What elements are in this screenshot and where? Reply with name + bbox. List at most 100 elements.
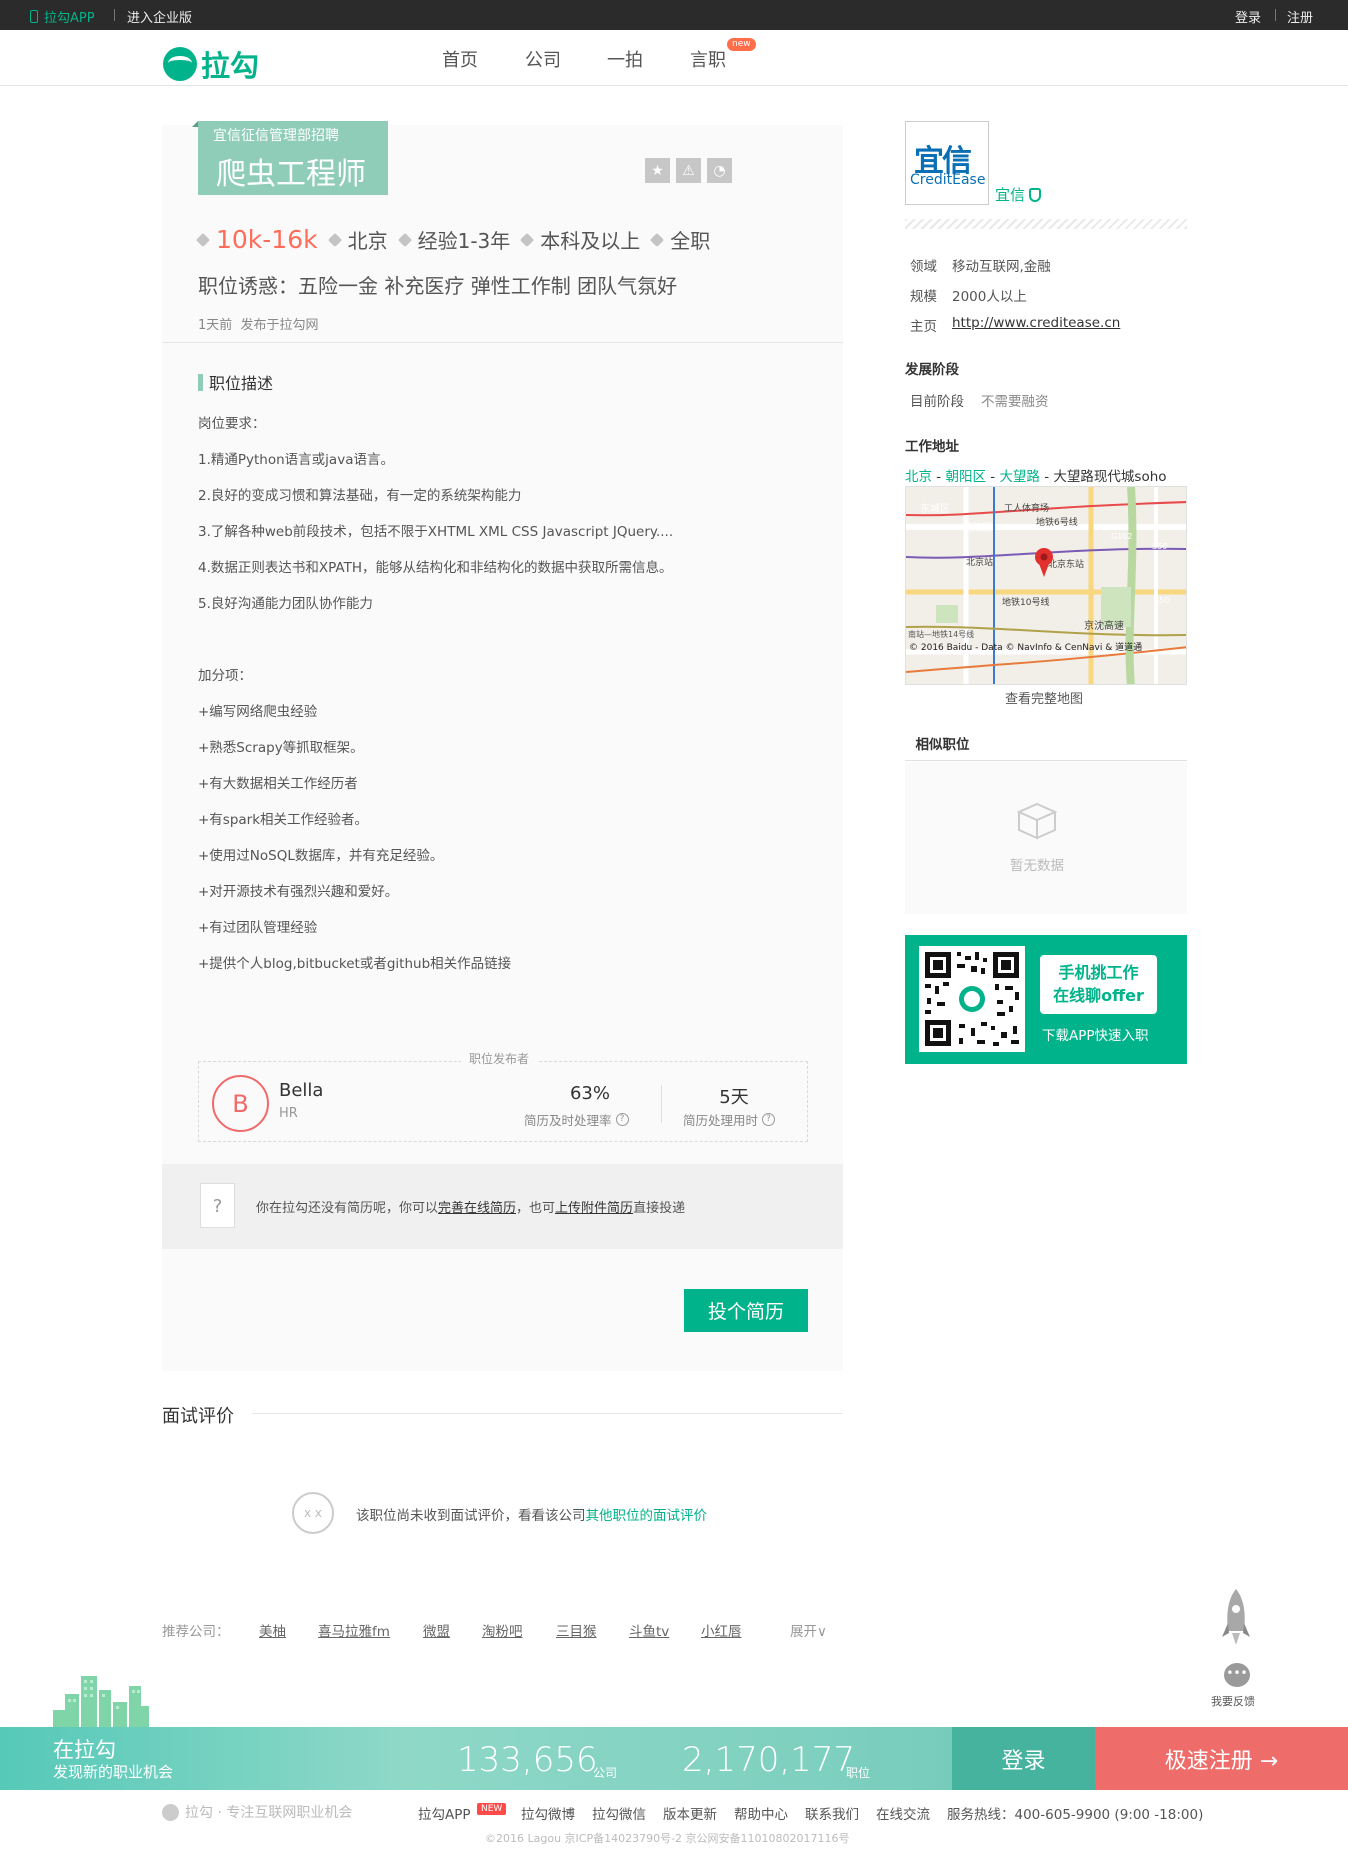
location-map[interactable]: 东城区 朝阳区 工人体育场 地铁6号线 G102 S50 北京站 北京东站 地铁… — [905, 486, 1187, 685]
recommend-company[interactable]: 三目猴 — [556, 1620, 597, 1640]
footer-link-contact[interactable]: 联系我们 — [805, 1803, 859, 1823]
banner-login-button[interactable]: 登录 — [952, 1727, 1095, 1790]
empty-box-icon — [1017, 802, 1057, 840]
footer-link-help[interactable]: 帮助中心 — [734, 1803, 788, 1823]
description-line: +有大数据相关工作经历者 — [198, 776, 358, 792]
banner-title: 在拉勾 — [53, 1738, 116, 1762]
salary: 10k-16k — [216, 225, 318, 254]
addr-city[interactable]: 北京 — [905, 469, 932, 485]
homepage-link[interactable]: http://www.creditease.cn — [952, 315, 1120, 331]
nav-home[interactable]: 首页 — [442, 46, 478, 72]
feedback-link[interactable]: 我要反馈 — [1211, 1693, 1255, 1709]
description-line: 5.良好沟通能力团队协作能力 — [198, 596, 373, 612]
map-label-stadium: 工人体育场 — [1004, 502, 1049, 514]
company-recruit-label: 宜信征信管理部招聘 — [213, 128, 339, 144]
login-link[interactable]: 登录 — [1235, 7, 1261, 26]
help-icon[interactable]: ? — [615, 1113, 629, 1126]
empty-face-icon: x x — [292, 1492, 334, 1534]
job-temptation: 职位诱惑：五险一金 补充医疗 弹性工作制 团队气氛好 — [198, 274, 678, 298]
tag-fold — [192, 121, 198, 127]
company-logo[interactable]: 宜信 CreditEase — [905, 121, 989, 205]
process-rate-value: 63% — [569, 1083, 610, 1104]
footer-logo-icon — [162, 1803, 179, 1821]
addr-district[interactable]: 朝阳区 — [945, 469, 986, 485]
companies-count: 133,656 — [457, 1740, 598, 1780]
recommend-company[interactable]: 微盟 — [423, 1620, 450, 1640]
footer-link-weibo[interactable]: 拉勾微博 — [521, 1803, 575, 1823]
divider — [162, 342, 843, 343]
banner-register-button[interactable]: 极速注册 → — [1095, 1727, 1348, 1790]
description-line: +有过团队管理经验 — [198, 920, 318, 936]
resume-text: 你在拉勾还没有简历呢，你可以 — [256, 1201, 439, 1216]
description-title: 职位描述 — [209, 374, 274, 393]
footer-link-chat[interactable]: 在线交流 — [876, 1803, 930, 1823]
company-name[interactable]: 宜信 — [995, 184, 1042, 205]
publish-source: 发布于拉勾网 — [240, 318, 319, 333]
map-label-line14: 南站—地铁14号线 — [908, 629, 974, 639]
upload-resume-link[interactable]: 上传附件简历 — [555, 1201, 633, 1216]
full-map-link[interactable]: 查看完整地图 — [1005, 688, 1083, 707]
map-label-g102: G102 — [1111, 532, 1132, 541]
description-heading: 职位描述 — [198, 370, 273, 394]
recommend-company[interactable]: 小红唇 — [701, 1620, 742, 1640]
job-requirements: 10k-16k 北京 经验1-3年 本科及以上 全职 — [195, 225, 711, 254]
wechat-share-icon[interactable]: ◔ — [707, 158, 732, 183]
help-icon[interactable]: ? — [762, 1113, 776, 1126]
stripe-divider — [905, 219, 1187, 229]
avatar[interactable]: B — [212, 1075, 269, 1132]
resume-prompt: 你在拉勾还没有简历呢，你可以完善在线简历，也可上传附件简历直接投递 — [256, 1197, 685, 1216]
recommend-company[interactable]: 斗鱼tv — [629, 1620, 669, 1640]
recommend-company[interactable]: 淘粉吧 — [482, 1620, 523, 1640]
enterprise-link[interactable]: 进入企业版 — [127, 7, 192, 26]
addr-area[interactable]: 大望路 — [999, 469, 1040, 485]
description-line: 4.数据正则表达书和XPATH，能够从结构化和非结构化的数据中获取所需信息。 — [198, 560, 673, 576]
recommend-company[interactable]: 喜马拉雅fm — [318, 1620, 390, 1640]
stage-label: 目前阶段 — [910, 394, 964, 410]
lagou-logo[interactable]: 拉勾 — [163, 43, 259, 85]
city-skyline-icon — [53, 1676, 149, 1727]
qr-code-icon — [919, 946, 1025, 1052]
recommend-label: 推荐公司： — [162, 1624, 230, 1640]
description-line: 2.良好的变成习惯和算法基础，有一定的系统架构能力 — [198, 488, 522, 504]
footer-link-wechat[interactable]: 拉勾微信 — [592, 1803, 646, 1823]
app-download-link[interactable]: 拉勾APP — [30, 7, 95, 26]
star-icon[interactable]: ★ — [645, 158, 670, 183]
feedback-icon[interactable]: ••• — [1224, 1663, 1250, 1687]
field-value: 移动互联网,金融 — [952, 259, 1051, 275]
description-line: +编写网络爬虫经验 — [198, 704, 318, 720]
job-city: 北京 — [347, 229, 388, 253]
apply-button[interactable]: 投个简历 — [684, 1289, 808, 1332]
nav-company[interactable]: 公司 — [525, 46, 561, 72]
nav-yipai[interactable]: 一拍 — [607, 46, 643, 72]
companies-unit: 公司 — [593, 1766, 618, 1780]
interview-empty-text: 该职位尚未收到面试评价，看看该公司 — [356, 1508, 586, 1524]
tag-icon — [520, 232, 535, 247]
app-promo-line: 手机挑工作 — [1058, 963, 1139, 982]
app-download-cta[interactable]: 下载APP快速入职 — [1042, 1024, 1149, 1044]
map-graphic: 东城区 朝阳区 工人体育场 地铁6号线 G102 S50 北京站 北京东站 地铁… — [906, 487, 1186, 684]
back-to-top-rocket-icon[interactable] — [1222, 1587, 1250, 1647]
divider — [1275, 9, 1276, 21]
addr-detail: 大望路现代城soho — [1053, 469, 1167, 485]
company-name-text: 宜信 — [995, 186, 1026, 204]
publisher-name[interactable]: Bella — [279, 1080, 323, 1101]
report-icon[interactable]: ⚠ — [676, 158, 701, 183]
field-label: 领域 — [910, 259, 937, 275]
other-interview-link[interactable]: 其他职位的面试评价 — [586, 1508, 708, 1524]
job-title-tag: 宜信征信管理部招聘 爬虫工程师 — [192, 121, 388, 195]
register-link[interactable]: 注册 — [1287, 7, 1313, 26]
addr-sep: - — [1039, 469, 1054, 485]
jobs-unit: 职位 — [846, 1766, 871, 1780]
footer-link-app[interactable]: 拉勾APP — [418, 1803, 471, 1823]
nav-yanzhi[interactable]: 言职 — [690, 46, 726, 72]
footer-link-updates[interactable]: 版本更新 — [663, 1803, 717, 1823]
app-promo-line: 在线聊offer — [1053, 986, 1144, 1005]
recommend-company[interactable]: 美柚 — [259, 1620, 286, 1640]
expand-toggle[interactable]: 展开∨ — [790, 1620, 827, 1640]
publisher-role: HR — [279, 1106, 298, 1121]
job-type: 全职 — [670, 229, 711, 253]
work-address: 北京 - 朝阳区 - 大望路 - 大望路现代城soho — [905, 465, 1167, 485]
banner-subtitle: 发现新的职业机会 — [53, 1763, 174, 1781]
address-title: 工作地址 — [905, 439, 959, 455]
complete-resume-link[interactable]: 完善在线简历 — [438, 1201, 516, 1216]
